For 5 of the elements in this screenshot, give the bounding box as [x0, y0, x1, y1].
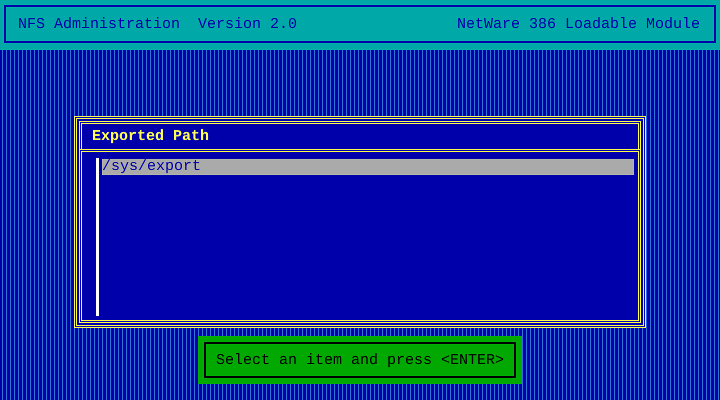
- module-label: NetWare 386 Loadable Module: [456, 16, 700, 32]
- app-title: NFS Administration Version 2.0: [18, 16, 298, 32]
- list-item[interactable]: /sys/export: [102, 159, 634, 175]
- dialog-title: Exported Path: [92, 128, 210, 145]
- status-message: Select an item and press <ENTER>: [216, 352, 504, 368]
